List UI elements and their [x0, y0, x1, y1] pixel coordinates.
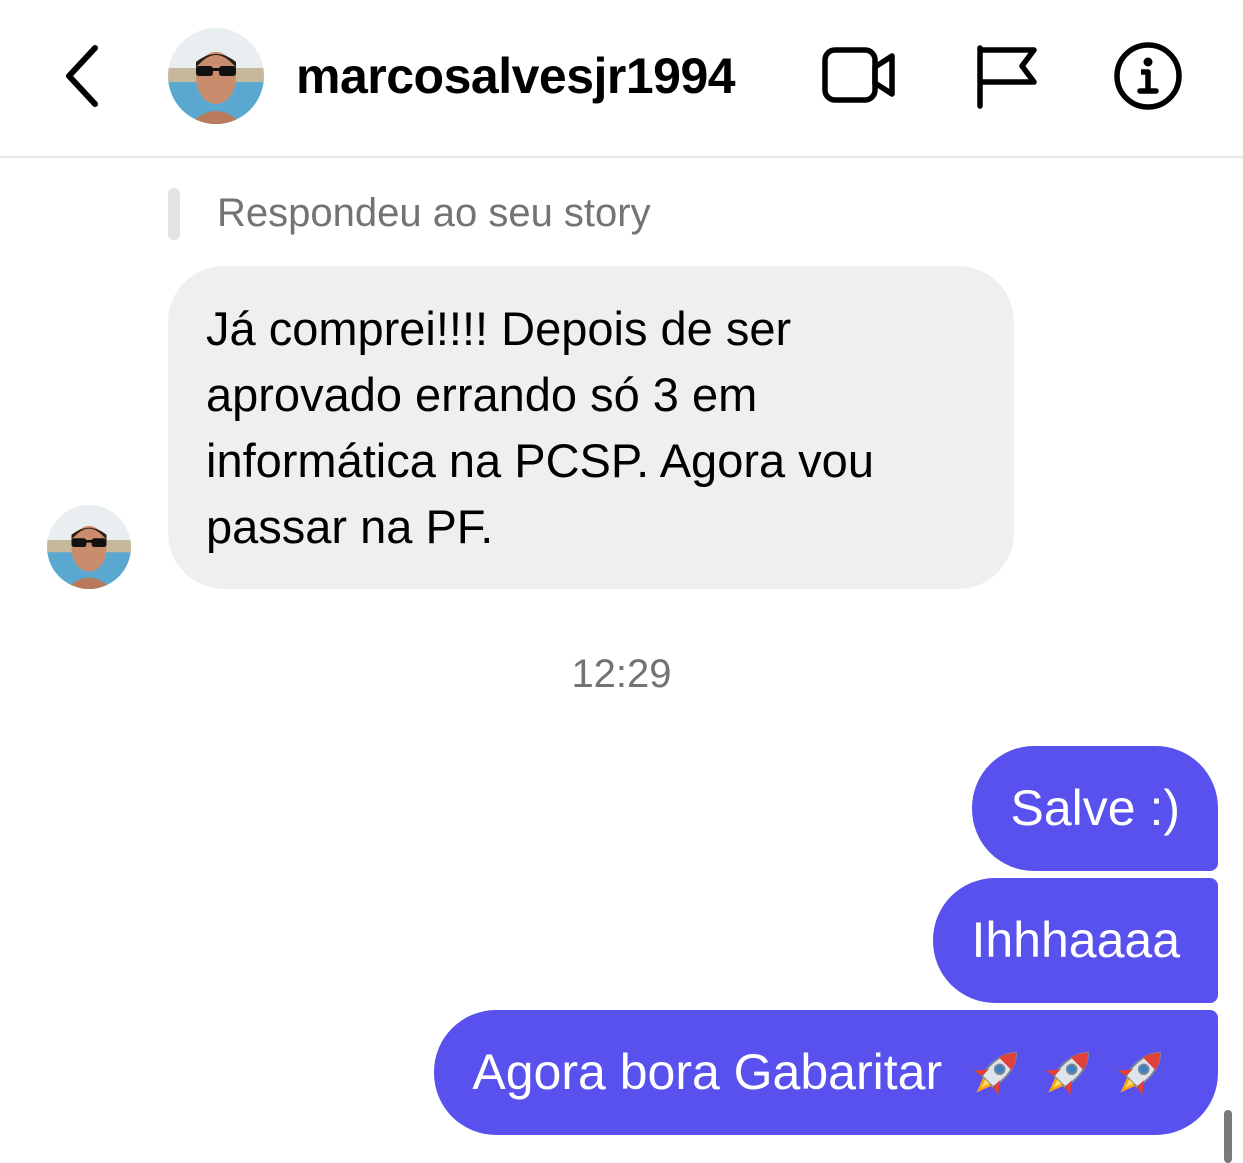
- chat-username[interactable]: marcosalvesjr1994: [296, 48, 736, 104]
- outgoing-message-bubble[interactable]: Salve :): [972, 746, 1218, 871]
- rocket-icon: [1045, 1051, 1090, 1096]
- incoming-message-bubble[interactable]: Já comprei!!!! Depois de ser aprovado er…: [168, 266, 1014, 589]
- sender-avatar[interactable]: [47, 505, 131, 589]
- avatar-photo: [47, 505, 131, 589]
- flag-icon: [977, 45, 1037, 109]
- incoming-message-text: Já comprei!!!! Depois de ser aprovado er…: [206, 302, 874, 553]
- chevron-left-icon: [66, 45, 98, 107]
- video-call-button[interactable]: [820, 40, 900, 112]
- story-reply-indicator: [168, 188, 180, 240]
- chat-header: marcosalvesjr1994: [0, 0, 1243, 158]
- avatar-photo: [168, 28, 264, 124]
- story-reply-label: Respondeu ao seu story: [217, 191, 651, 235]
- outgoing-message-text: Salve :): [1010, 780, 1180, 836]
- outgoing-message-text: Ihhhaaaa: [971, 912, 1180, 968]
- rocket-emoji-group: [956, 1044, 1172, 1100]
- info-icon: [1114, 42, 1182, 110]
- rocket-icon: [973, 1051, 1018, 1096]
- rocket-icon: [1117, 1051, 1162, 1096]
- scrollbar[interactable]: [1224, 1110, 1232, 1163]
- outgoing-message-text: Agora bora Gabaritar: [472, 1044, 943, 1100]
- video-camera-icon: [822, 47, 895, 103]
- avatar[interactable]: [168, 28, 264, 124]
- message-timestamp: 12:29: [571, 652, 672, 696]
- outgoing-message-bubble[interactable]: Agora bora Gabaritar: [434, 1010, 1218, 1135]
- outgoing-message-bubble[interactable]: Ihhhaaaa: [933, 878, 1218, 1003]
- info-button[interactable]: [1108, 40, 1188, 112]
- report-button[interactable]: [968, 40, 1048, 112]
- back-button[interactable]: [55, 40, 115, 110]
